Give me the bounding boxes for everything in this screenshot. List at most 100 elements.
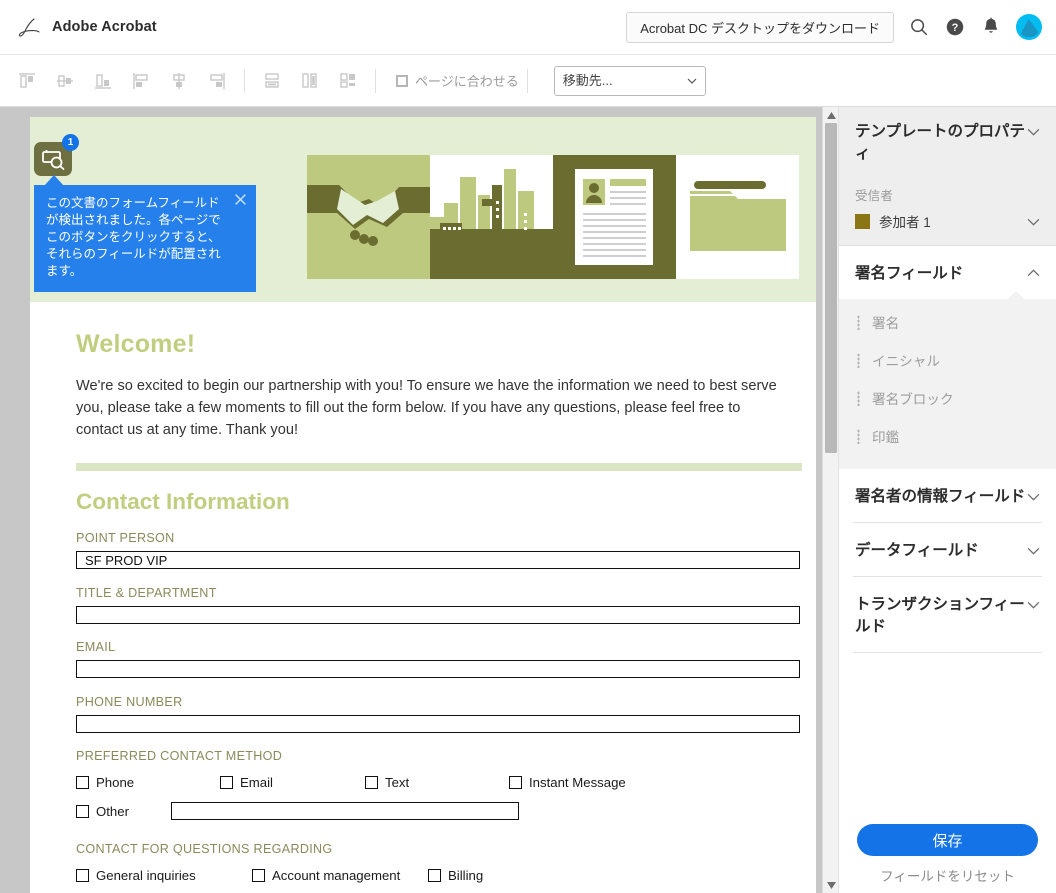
checkbox-label-account-management: Account management bbox=[272, 868, 401, 883]
recipient-section: 受信者 参加者 1 bbox=[839, 181, 1056, 246]
alignment-toolbar: ページに合わせる 移動先... bbox=[0, 55, 1056, 107]
data-fields-header[interactable]: データフィールド bbox=[839, 523, 1056, 576]
banner-folder-image bbox=[676, 155, 799, 279]
folder-icon bbox=[690, 181, 786, 251]
checkbox-label-email: Email bbox=[240, 775, 273, 790]
toolbar-divider bbox=[244, 68, 245, 93]
download-desktop-button[interactable]: Acrobat DC デスクトップをダウンロード bbox=[626, 11, 894, 43]
detected-fields-button[interactable]: 1 bbox=[34, 134, 79, 176]
fit-to-page-toggle[interactable]: ページに合わせる bbox=[396, 71, 519, 90]
scroll-down-button[interactable] bbox=[823, 877, 839, 893]
checkbox-icon-general-inquiries[interactable] bbox=[76, 869, 89, 882]
align-right-icon bbox=[210, 72, 225, 89]
banner-handshake-image bbox=[307, 155, 430, 279]
banner-document-image bbox=[553, 155, 676, 279]
signer-info-fields-header[interactable]: 署名者の情報フィールド bbox=[839, 469, 1056, 522]
document-viewer[interactable]: 1 この文書のフォームフィールドが検出されました。各ページでこのボタンをクリック bbox=[0, 107, 838, 893]
signature-fields-list: 署名 イニシャル 署名ブロック 印鑑 bbox=[839, 291, 1056, 469]
scrollbar-thumb[interactable] bbox=[825, 123, 837, 453]
field-label-email: EMAIL bbox=[76, 640, 116, 654]
chevron-down-icon[interactable] bbox=[1027, 598, 1040, 611]
banner-cityscape-image bbox=[430, 155, 553, 279]
field-label-phone-number: PHONE NUMBER bbox=[76, 694, 183, 709]
checkbox-item-account-management[interactable]: Account management bbox=[252, 868, 428, 883]
match-size-icon bbox=[340, 72, 355, 88]
checkbox-icon-instant-message[interactable] bbox=[509, 776, 522, 789]
brand[interactable]: Adobe Acrobat bbox=[14, 12, 157, 42]
align-bottom-button[interactable] bbox=[84, 63, 122, 99]
checkbox-item-general-inquiries[interactable]: General inquiries bbox=[76, 868, 252, 883]
help-icon[interactable]: ? bbox=[944, 16, 966, 38]
checkbox-icon-phone[interactable] bbox=[76, 776, 89, 789]
field-item-label: 署名ブロック bbox=[872, 392, 954, 407]
align-left-button[interactable] bbox=[122, 63, 160, 99]
scroll-up-button[interactable] bbox=[823, 107, 839, 123]
checkbox-item-billing[interactable]: Billing bbox=[428, 868, 483, 883]
checkbox-label-phone: Phone bbox=[96, 775, 135, 790]
recipient-selector[interactable]: 参加者 1 bbox=[855, 211, 1040, 231]
drag-handle-icon[interactable] bbox=[857, 390, 860, 406]
fit-to-page-label: ページに合わせる bbox=[415, 74, 519, 89]
field-item-stamp[interactable]: 印鑑 bbox=[839, 417, 1056, 455]
checkbox-icon-billing[interactable] bbox=[428, 869, 441, 882]
chevron-down-icon[interactable] bbox=[1027, 544, 1040, 557]
align-bottom-icon bbox=[95, 73, 111, 89]
align-horizontal-center-icon bbox=[173, 72, 185, 89]
panel-title-row[interactable]: テンプレートのプロパティ bbox=[839, 107, 1056, 181]
checkbox-icon-text[interactable] bbox=[365, 776, 378, 789]
chevron-down-icon[interactable] bbox=[1027, 125, 1040, 138]
email-input[interactable] bbox=[76, 660, 800, 678]
drag-handle-icon[interactable] bbox=[857, 352, 860, 368]
close-icon[interactable] bbox=[234, 193, 247, 206]
checkbox-item-phone[interactable]: Phone bbox=[76, 775, 220, 790]
point-person-input[interactable] bbox=[76, 551, 800, 569]
align-top-icon bbox=[19, 72, 35, 88]
drag-handle-icon[interactable] bbox=[857, 314, 860, 330]
field-item-initial[interactable]: イニシャル bbox=[839, 341, 1056, 379]
transaction-fields-header[interactable]: トランザクションフィールド bbox=[839, 577, 1056, 652]
align-left-icon bbox=[133, 72, 148, 89]
handshake-icon bbox=[307, 185, 430, 246]
preferred-contact-row: Phone Email Text Instant Message bbox=[76, 775, 806, 790]
chevron-down-icon[interactable] bbox=[1027, 490, 1040, 503]
chevron-up-icon[interactable] bbox=[1027, 267, 1040, 280]
align-right-button[interactable] bbox=[198, 63, 236, 99]
document-scrollbar[interactable] bbox=[822, 107, 839, 893]
checkbox-icon-account-management[interactable] bbox=[252, 869, 265, 882]
cityscape-icon bbox=[430, 169, 553, 279]
panel-divider bbox=[853, 652, 1042, 653]
checkbox-item-instant-message[interactable]: Instant Message bbox=[509, 775, 626, 790]
checkbox-item-other[interactable]: Other bbox=[76, 804, 171, 819]
checkbox-icon-email[interactable] bbox=[220, 776, 233, 789]
drag-handle-icon[interactable] bbox=[857, 428, 860, 444]
field-item-signature[interactable]: 署名 bbox=[839, 303, 1056, 341]
checkbox-item-text[interactable]: Text bbox=[365, 775, 509, 790]
save-button[interactable]: 保存 bbox=[857, 824, 1038, 856]
checkbox-item-email[interactable]: Email bbox=[220, 775, 365, 790]
intro-paragraph: We're so excited to begin our partnershi… bbox=[76, 378, 777, 438]
toolbar-divider-3 bbox=[526, 68, 528, 93]
accordion-notch bbox=[1007, 291, 1025, 300]
page-content: Welcome! We're so excited to begin our p… bbox=[76, 302, 806, 883]
align-top-button[interactable] bbox=[8, 63, 46, 99]
chevron-down-icon[interactable] bbox=[1027, 215, 1040, 228]
search-icon[interactable] bbox=[908, 16, 930, 38]
goto-select[interactable]: 移動先... bbox=[553, 65, 706, 96]
phone-number-input[interactable] bbox=[76, 714, 800, 733]
bell-icon[interactable] bbox=[980, 16, 1002, 38]
distribute-horizontal-button[interactable] bbox=[291, 63, 329, 99]
detected-fields-badge: 1 bbox=[62, 134, 79, 151]
avatar[interactable] bbox=[1016, 14, 1042, 40]
reset-fields-link[interactable]: フィールドをリセット bbox=[857, 865, 1038, 885]
title-department-input[interactable] bbox=[76, 605, 800, 624]
match-size-button[interactable] bbox=[329, 63, 367, 99]
distribute-horizontal-icon bbox=[302, 72, 317, 88]
distribute-vertical-button[interactable] bbox=[253, 63, 291, 99]
align-vertical-center-button[interactable] bbox=[46, 63, 84, 99]
align-horizontal-center-button[interactable] bbox=[160, 63, 198, 99]
questions-regarding-row: General inquiries Account management Bil… bbox=[76, 868, 806, 883]
checkbox-icon-other[interactable] bbox=[76, 804, 89, 818]
field-item-signature-block[interactable]: 署名ブロック bbox=[839, 379, 1056, 417]
other-contact-input[interactable] bbox=[171, 802, 519, 820]
align-vertical-center-icon bbox=[57, 74, 73, 87]
